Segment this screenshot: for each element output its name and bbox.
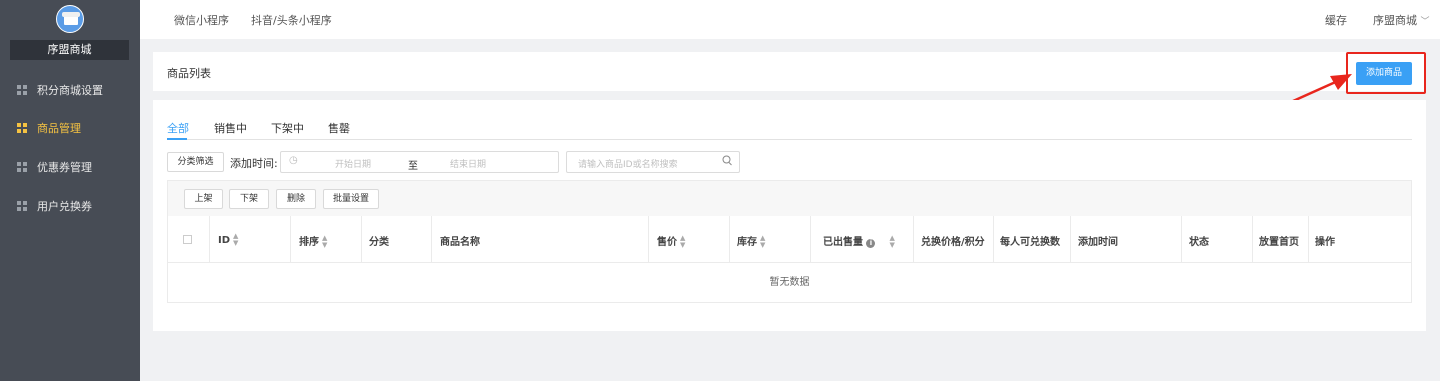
batch-settings-button[interactable]: 批量设置 bbox=[323, 189, 379, 209]
sidebar-item-label: 积分商城设置 bbox=[37, 84, 103, 97]
search-input[interactable]: 请输入商品ID或名称搜索 bbox=[566, 151, 740, 173]
store-logo-icon bbox=[56, 5, 84, 33]
column-header-price[interactable]: 售价 ▲ ▼ bbox=[657, 233, 685, 249]
column-divider bbox=[209, 216, 210, 263]
sort-icon[interactable]: ▲ ▼ bbox=[760, 235, 765, 249]
batch-operations-bar: 上架 下架 删除 批量设置 bbox=[168, 181, 1411, 216]
column-header-label: 售价 bbox=[657, 237, 677, 248]
search-icon[interactable] bbox=[722, 155, 732, 166]
sidebar: 序盟商城 积分商城设置 商品管理 优惠券管理 用户兑换券 bbox=[0, 0, 140, 381]
category-filter-button[interactable]: 分类筛选 bbox=[167, 152, 224, 172]
search-placeholder: 请输入商品ID或名称搜索 bbox=[578, 160, 678, 170]
sort-icon[interactable]: ▲ ▼ bbox=[322, 235, 327, 249]
column-header-category: 分类 bbox=[369, 237, 389, 248]
column-divider bbox=[810, 216, 811, 263]
sidebar-item-user-vouchers[interactable]: 用户兑换券 bbox=[0, 194, 140, 218]
tab-wechat-mini-program[interactable]: 微信小程序 bbox=[174, 12, 229, 28]
column-header-added-time: 添加时间 bbox=[1078, 237, 1118, 248]
sidebar-item-label: 用户兑换券 bbox=[37, 200, 92, 213]
cache-link[interactable]: 缓存 bbox=[1325, 12, 1347, 28]
sidebar-item-label: 优惠券管理 bbox=[37, 161, 92, 174]
start-date-input[interactable]: 开始日期 bbox=[335, 157, 371, 170]
column-divider bbox=[1308, 216, 1309, 263]
column-divider bbox=[913, 216, 914, 263]
grid-icon bbox=[17, 161, 28, 173]
column-divider bbox=[729, 216, 730, 263]
sidebar-item-points-mall-settings[interactable]: 积分商城设置 bbox=[0, 78, 140, 102]
date-separator: 至 bbox=[408, 161, 418, 172]
column-header-label: ID bbox=[218, 235, 231, 246]
date-range-picker[interactable]: ◷ 开始日期 至 结束日期 bbox=[280, 151, 559, 173]
info-icon[interactable]: i bbox=[866, 239, 876, 248]
end-date-input[interactable]: 结束日期 bbox=[450, 157, 486, 170]
column-header-id[interactable]: ID ▲ ▼ bbox=[218, 233, 238, 247]
column-header-per-person-limit: 每人可兑换数 bbox=[1000, 237, 1060, 248]
column-divider bbox=[648, 216, 649, 263]
clock-icon: ◷ bbox=[289, 155, 298, 166]
column-header-label: 库存 bbox=[737, 237, 757, 248]
column-header-stock[interactable]: 库存 ▲ ▼ bbox=[737, 233, 765, 249]
tab-douyin-mini-program[interactable]: 抖音/头条小程序 bbox=[251, 12, 332, 28]
chevron-down-icon: ﹀ bbox=[1420, 17, 1430, 27]
shop-name: 序盟商城 bbox=[10, 40, 129, 60]
tab-all[interactable]: 全部 bbox=[167, 120, 189, 136]
active-tab-indicator bbox=[167, 138, 187, 140]
grid-icon bbox=[17, 84, 28, 96]
column-divider bbox=[361, 216, 362, 263]
column-divider bbox=[1070, 216, 1071, 263]
column-divider bbox=[1252, 216, 1253, 263]
tab-sold-out[interactable]: 售罄 bbox=[328, 120, 350, 136]
table-header: ID ▲ ▼ 排序 ▲ ▼ 分类 商品名称 售价 ▲ ▼ 库存 ▲ ▼ 已出售量 i▲ ▼ 兑换价… bbox=[168, 216, 1411, 263]
sidebar-item-product-management[interactable]: 商品管理 bbox=[0, 116, 140, 140]
product-table: 上架 下架 删除 批量设置 ID ▲ ▼ 排序 ▲ ▼ 分类 商品名称 售价 ▲ ▼ 库存 ▲… bbox=[167, 180, 1412, 303]
date-filter-label: 添加时间: bbox=[230, 157, 278, 170]
column-header-label: 排序 bbox=[299, 237, 319, 248]
status-tabs: 全部 销售中 下架中 售罄 bbox=[167, 120, 1412, 140]
page-title: 商品列表 bbox=[167, 67, 211, 80]
column-header-home-placement: 放置首页 bbox=[1259, 237, 1299, 248]
sidebar-item-coupon-management[interactable]: 优惠券管理 bbox=[0, 155, 140, 179]
select-all-checkbox[interactable] bbox=[183, 235, 192, 244]
user-menu[interactable]: 序盟商城 ﹀ bbox=[1373, 12, 1430, 28]
empty-state-text: 暂无数据 bbox=[769, 277, 810, 288]
tab-off-shelf[interactable]: 下架中 bbox=[271, 120, 304, 136]
user-name: 序盟商城 bbox=[1373, 14, 1417, 27]
batch-on-shelf-button[interactable]: 上架 bbox=[184, 189, 223, 209]
column-header-sort[interactable]: 排序 ▲ ▼ bbox=[299, 233, 327, 249]
column-divider bbox=[993, 216, 994, 263]
column-header-status: 状态 bbox=[1189, 237, 1209, 248]
column-header-label: 已出售量 bbox=[823, 237, 863, 248]
sort-icon[interactable]: ▲ ▼ bbox=[233, 233, 238, 247]
column-divider bbox=[290, 216, 291, 263]
column-divider bbox=[1181, 216, 1182, 263]
column-divider bbox=[431, 216, 432, 263]
column-header-exchange-price: 兑换价格/积分 bbox=[921, 237, 985, 248]
sort-icon[interactable]: ▲ ▼ bbox=[889, 235, 894, 249]
grid-icon bbox=[17, 122, 28, 134]
sidebar-item-label: 商品管理 bbox=[37, 122, 81, 135]
column-header-actions: 操作 bbox=[1315, 237, 1335, 248]
tab-on-sale[interactable]: 销售中 bbox=[214, 120, 247, 136]
top-bar: 微信小程序 抖音/头条小程序 缓存 序盟商城 ﹀ bbox=[140, 0, 1440, 39]
batch-off-shelf-button[interactable]: 下架 bbox=[229, 189, 269, 209]
highlight-box bbox=[1346, 52, 1426, 94]
sort-icon[interactable]: ▲ ▼ bbox=[680, 235, 685, 249]
grid-icon bbox=[17, 200, 28, 212]
page-header-panel: 商品列表 bbox=[153, 52, 1426, 91]
batch-delete-button[interactable]: 删除 bbox=[276, 189, 316, 209]
column-header-product-name: 商品名称 bbox=[440, 237, 480, 248]
column-header-sold[interactable]: 已出售量 i ▲ ▼ bbox=[823, 233, 895, 249]
